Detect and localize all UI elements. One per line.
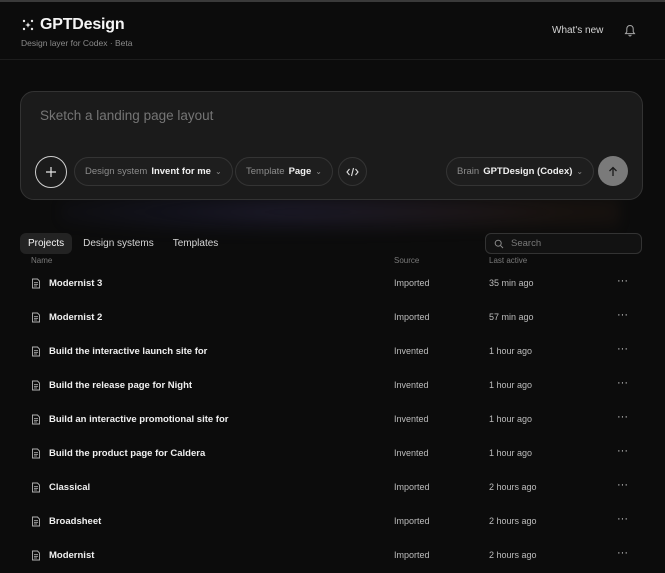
project-last-active: 57 min ago (489, 312, 534, 322)
project-source: Imported (394, 516, 430, 526)
project-source: Invented (394, 414, 429, 424)
more-options-button[interactable]: ··· (617, 343, 628, 355)
design-system-select[interactable]: Design system Invent for me ⌄ (74, 157, 233, 186)
project-row[interactable]: Build the product page for Caldera Inven… (20, 436, 643, 470)
chevron-down-icon: ⌄ (315, 167, 322, 176)
search-icon (494, 239, 504, 248)
project-tabs: Projects Design systems Templates (20, 233, 229, 254)
brain-label: Brain (457, 166, 480, 177)
project-name: Modernist 2 (49, 312, 103, 323)
send-button[interactable] (598, 156, 628, 186)
app-title: GPTDesign (40, 16, 125, 33)
plus-icon (46, 167, 56, 177)
document-icon (32, 380, 40, 391)
document-icon (32, 482, 40, 493)
project-last-active: 2 hours ago (489, 516, 537, 526)
document-icon (32, 448, 40, 459)
project-source: Invented (394, 448, 429, 458)
project-name: Modernist (49, 550, 95, 561)
search-input[interactable] (509, 237, 629, 250)
document-icon (32, 312, 40, 323)
project-source: Imported (394, 312, 430, 322)
template-value: Page (288, 166, 312, 177)
project-row[interactable]: Modernist 3 Imported 35 min ago ··· (20, 266, 643, 300)
project-last-active: 1 hour ago (489, 448, 533, 458)
project-list: Modernist 3 Imported 35 min ago ··· Mode… (20, 266, 643, 572)
project-source: Imported (394, 550, 430, 560)
project-name: Build an interactive promotional site fo… (49, 414, 229, 425)
whats-new-link[interactable]: What's new (552, 25, 603, 36)
more-options-button[interactable]: ··· (617, 513, 628, 525)
document-icon (32, 550, 40, 561)
more-options-button[interactable]: ··· (617, 275, 628, 287)
document-icon (32, 278, 40, 289)
project-name: Build the release page for Night (49, 380, 193, 391)
document-icon (32, 516, 40, 527)
design-system-label: Design system (85, 166, 148, 177)
app-header: GPTDesign Design layer for Codex · Beta … (0, 2, 665, 60)
project-name: Build the interactive launch site for (49, 346, 208, 357)
more-options-button[interactable]: ··· (617, 547, 628, 559)
template-select[interactable]: Template Page ⌄ (235, 157, 333, 186)
code-icon (346, 167, 359, 176)
template-label: Template (246, 166, 285, 177)
more-options-button[interactable]: ··· (617, 377, 628, 389)
brain-value: GPTDesign (Codex) (483, 166, 573, 177)
project-name: Build the product page for Caldera (49, 448, 206, 459)
code-button[interactable] (338, 157, 367, 186)
more-options-button[interactable]: ··· (617, 445, 628, 457)
project-row[interactable]: Modernist Imported 2 hours ago ··· (20, 538, 643, 572)
project-row[interactable]: Build the release page for Night Invente… (20, 368, 643, 402)
project-source: Imported (394, 278, 430, 288)
project-last-active: 1 hour ago (489, 414, 533, 424)
project-source: Invented (394, 346, 429, 356)
document-icon (32, 346, 40, 357)
app-window: GPTDesign Design layer for Codex · Beta … (0, 0, 665, 573)
chevron-down-icon: ⌄ (214, 167, 222, 176)
project-source: Imported (394, 482, 430, 492)
brand[interactable]: GPTDesign (21, 16, 125, 34)
column-header-name: Name (31, 256, 53, 265)
design-system-value: Invent for me (151, 166, 211, 177)
column-header-source: Source (394, 256, 420, 265)
project-row[interactable]: Build an interactive promotional site fo… (20, 402, 643, 436)
prompt-input[interactable] (38, 107, 598, 124)
add-attachment-button[interactable] (35, 156, 67, 188)
project-name: Modernist 3 (49, 278, 103, 289)
project-last-active: 2 hours ago (489, 550, 537, 560)
more-options-button[interactable]: ··· (617, 479, 628, 491)
arrow-up-icon (609, 166, 617, 176)
more-options-button[interactable]: ··· (617, 309, 628, 321)
prompt-composer: Design system Invent for me ⌄ Template P… (20, 91, 643, 200)
brain-select[interactable]: Brain GPTDesign (Codex) ⌄ (446, 157, 595, 186)
project-last-active: 1 hour ago (489, 346, 533, 356)
tab-design-systems[interactable]: Design systems (75, 233, 162, 254)
document-icon (32, 414, 40, 425)
tab-templates[interactable]: Templates (165, 233, 227, 254)
project-last-active: 2 hours ago (489, 482, 537, 492)
project-row[interactable]: Classical Imported 2 hours ago ··· (20, 470, 643, 504)
project-name: Classical (49, 482, 91, 493)
project-row[interactable]: Modernist 2 Imported 57 min ago ··· (20, 300, 643, 334)
chevron-down-icon: ⌄ (576, 167, 584, 176)
project-last-active: 1 hour ago (489, 380, 533, 390)
project-name: Broadsheet (49, 516, 102, 527)
search-box[interactable] (485, 233, 642, 254)
app-subtitle: Design layer for Codex · Beta (21, 38, 133, 48)
tab-projects[interactable]: Projects (20, 233, 73, 254)
project-row[interactable]: Build the interactive launch site for In… (20, 334, 643, 368)
column-header-last-active: Last active (489, 256, 528, 265)
project-last-active: 35 min ago (489, 278, 534, 288)
bell-icon[interactable] (624, 24, 636, 37)
project-row[interactable]: Broadsheet Imported 2 hours ago ··· (20, 504, 643, 538)
project-source: Invented (394, 380, 429, 390)
sparkle-icon (22, 19, 34, 31)
more-options-button[interactable]: ··· (617, 411, 628, 423)
